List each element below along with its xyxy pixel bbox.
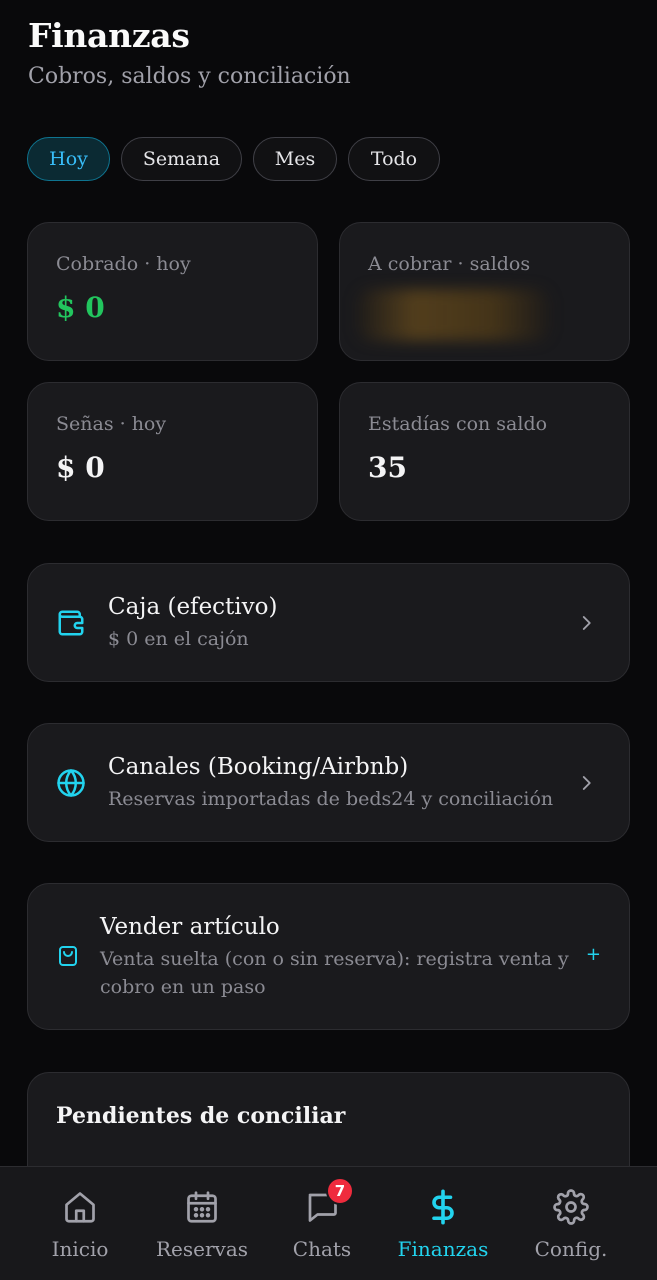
row-title: Vender artículo <box>100 914 280 940</box>
finanzas-screen: Finanzas Cobros, saldos y conciliación H… <box>0 0 657 1280</box>
stat-card-cobrado[interactable]: Cobrado · hoy $ 0 <box>27 222 318 361</box>
shopping-bag-icon <box>59 946 77 966</box>
row-subtitle: $ 0 en el cajón <box>108 628 249 650</box>
row-title: Caja (efectivo) <box>108 594 278 620</box>
page-subtitle: Cobros, saldos y conciliación <box>28 64 351 89</box>
stat-label: Estadías con saldo <box>368 413 548 435</box>
bottom-nav: Inicio Reservas 7 Chats Finanzas Config. <box>0 1166 657 1280</box>
row-title: Canales (Booking/Airbnb) <box>108 754 409 780</box>
filter-chip-mes[interactable]: Mes <box>253 137 337 181</box>
stat-value: $ 0 <box>56 291 105 324</box>
stat-card-a-cobrar[interactable]: A cobrar · saldos <box>339 222 630 361</box>
page-header: Finanzas Cobros, saldos y conciliación <box>28 14 351 92</box>
row-subtitle-line-2: cobro en un paso <box>100 976 266 998</box>
stat-label: A cobrar · saldos <box>368 253 531 275</box>
nav-item-finanzas[interactable]: Finanzas <box>393 1167 493 1280</box>
nav-label: Chats <box>292 1237 352 1261</box>
nav-item-chats[interactable]: 7 Chats <box>282 1167 362 1280</box>
unread-badge: 7 <box>326 1177 354 1205</box>
dollar-icon <box>432 1189 454 1225</box>
calendar-icon <box>187 1191 217 1223</box>
home-icon <box>65 1192 95 1223</box>
add-icon[interactable]: + <box>586 944 601 965</box>
chevron-right-icon <box>582 616 591 630</box>
blurred-amount <box>356 289 550 341</box>
nav-label: Reservas <box>155 1237 249 1261</box>
nav-label: Inicio <box>51 1237 109 1261</box>
chevron-right-icon <box>582 776 591 790</box>
nav-label: Finanzas <box>397 1237 489 1261</box>
stat-label: Señas · hoy <box>56 413 167 435</box>
row-subtitle: Reservas importadas de beds24 y concilia… <box>108 788 554 810</box>
vender-articulo-row[interactable]: Vender artículo Venta suelta (con o sin … <box>27 883 630 1030</box>
filter-chip-todo[interactable]: Todo <box>348 137 440 181</box>
gear-icon <box>553 1189 589 1225</box>
nav-label: Config. <box>534 1237 608 1261</box>
caja-row[interactable]: Caja (efectivo) $ 0 en el cajón <box>27 563 630 682</box>
filter-chip-semana[interactable]: Semana <box>121 137 242 181</box>
stat-value: $ 0 <box>56 451 105 484</box>
stat-card-senas[interactable]: Señas · hoy $ 0 <box>27 382 318 521</box>
globe-icon <box>57 769 85 797</box>
page-title: Finanzas <box>28 16 190 55</box>
nav-item-reservas[interactable]: Reservas <box>152 1167 252 1280</box>
stat-label: Cobrado · hoy <box>56 253 191 275</box>
canales-row[interactable]: Canales (Booking/Airbnb) Reservas import… <box>27 723 630 842</box>
filter-chip-hoy[interactable]: Hoy <box>27 137 110 181</box>
nav-item-config[interactable]: Config. <box>526 1167 616 1280</box>
stat-card-estadias[interactable]: Estadías con saldo 35 <box>339 382 630 521</box>
wallet-icon <box>58 610 84 636</box>
chat-icon-wrapper: 7 <box>304 1177 354 1225</box>
section-title: Pendientes de conciliar <box>56 1103 346 1129</box>
nav-item-inicio[interactable]: Inicio <box>40 1167 120 1280</box>
stat-value: 35 <box>368 451 407 484</box>
row-subtitle-line-1: Venta suelta (con o sin reserva): regist… <box>100 948 569 970</box>
period-filter-chips: Hoy Semana Mes Todo <box>27 137 440 181</box>
